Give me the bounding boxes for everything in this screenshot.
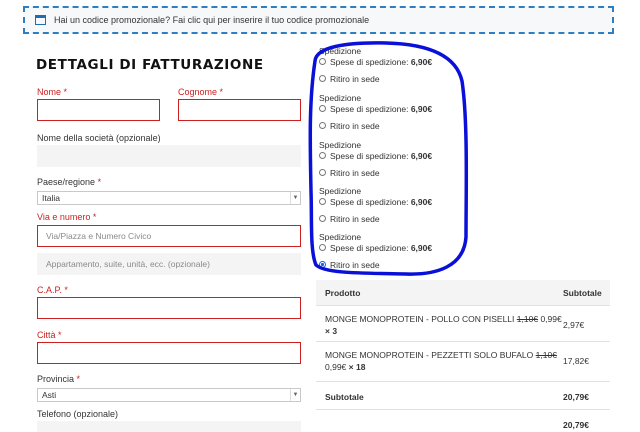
total-value: 20,79€ [563, 420, 589, 430]
promo-code-notice: Hai un codice promozionale? Fai clic qui… [23, 6, 614, 34]
pickup-option[interactable]: Ritiro in sede [310, 73, 470, 84]
shipping-options: Spedizione Spese di spedizione: 6,90€ Ri… [310, 44, 470, 274]
shipping-cost-value: 6,90€ [410, 103, 433, 114]
pickup-label: Ritiro in sede [330, 167, 380, 178]
shipping-cost-option[interactable]: Spese di spedizione: 6,90€ [310, 103, 470, 114]
shipping-block: Spedizione Spese di spedizione: 6,90€ Ri… [310, 93, 470, 131]
street-input[interactable]: Via/Piazza e Numero Civico [37, 225, 301, 247]
shipping-cost-option[interactable]: Spese di spedizione: 6,90€ [310, 196, 470, 207]
shipping-cost-value: 6,90€ [410, 196, 433, 207]
pickup-label: Ritiro in sede [330, 120, 380, 131]
radio-button[interactable] [319, 58, 326, 65]
table-header: Prodotto Subtotale [316, 280, 610, 306]
shipping-cost-label: Spese di spedizione: [330, 103, 409, 114]
first-name-input[interactable] [37, 99, 160, 121]
shipping-cost-value: 6,90€ [410, 56, 433, 67]
phone-label: Telefono (opzionale) [37, 409, 119, 419]
company-input[interactable] [37, 145, 301, 167]
product-name: MONGE MONOPROTEIN - POLLO CON PISELLI 1,… [325, 314, 562, 324]
shipping-cost-value: 6,90€ [410, 242, 433, 253]
radio-button[interactable] [319, 75, 326, 82]
chevron-down-icon: ▼ [290, 192, 300, 204]
province-label: Provincia * [37, 374, 81, 384]
chevron-down-icon: ▼ [290, 389, 300, 401]
pickup-option[interactable]: Ritiro in sede [310, 259, 470, 270]
shipping-block: Spedizione Spese di spedizione: 6,90€ Ri… [310, 232, 470, 270]
column-header-subtotal: Subtotale [563, 288, 602, 298]
zip-label: C.A.P. * [37, 285, 68, 295]
radio-button[interactable] [319, 169, 326, 176]
first-name-label: Nome * [37, 87, 68, 97]
street2-input[interactable]: Appartamento, suite, unità, ecc. (opzion… [37, 253, 301, 275]
shipping-cost-label: Spese di spedizione: [330, 56, 409, 67]
product-subtotal: 17,82€ [563, 356, 589, 366]
pickup-label: Ritiro in sede [330, 73, 380, 84]
product-qty: × 3 [325, 326, 338, 336]
zip-input[interactable] [37, 297, 301, 319]
shipping-title: Spedizione [319, 232, 362, 242]
pickup-option[interactable]: Ritiro in sede [310, 213, 470, 224]
shipping-title: Spedizione [319, 93, 362, 103]
city-label: Città * [37, 330, 62, 340]
shipping-title: Spedizione [319, 46, 362, 56]
shipping-cost-label: Spese di spedizione: [330, 150, 409, 161]
radio-button[interactable] [319, 122, 326, 129]
order-summary-table: Prodotto Subtotale MONGE MONOPROTEIN - P… [316, 280, 610, 430]
radio-button[interactable] [319, 152, 326, 159]
shipping-cost-label: Spese di spedizione: [330, 242, 409, 253]
pickup-label: Ritiro in sede [330, 259, 380, 270]
product-name: MONGE MONOPROTEIN - PEZZETTI SOLO BUFALO… [325, 350, 557, 360]
promo-notice-prefix: Hai un codice promozionale? [54, 15, 171, 25]
street-label: Via e numero * [37, 212, 97, 222]
radio-button[interactable] [319, 198, 326, 205]
subtotal-label: Subtotale [325, 392, 364, 402]
province-select-value: Asti [42, 390, 57, 400]
company-label: Nome della società (opzionale) [37, 133, 161, 143]
billing-details-title: DETTAGLI DI FATTURAZIONE [36, 57, 264, 73]
window-icon [35, 15, 46, 25]
radio-button-selected[interactable] [319, 261, 326, 268]
radio-button[interactable] [319, 105, 326, 112]
pickup-option[interactable]: Ritiro in sede [310, 120, 470, 131]
city-input[interactable] [37, 342, 301, 364]
province-select[interactable]: Asti ▼ [37, 388, 301, 402]
table-row: MONGE MONOPROTEIN - PEZZETTI SOLO BUFALO… [316, 342, 610, 382]
shipping-cost-option[interactable]: Spese di spedizione: 6,90€ [310, 56, 470, 67]
shipping-block: Spedizione Spese di spedizione: 6,90€ Ri… [310, 46, 470, 84]
shipping-cost-value: 6,90€ [410, 150, 433, 161]
promo-notice-text: Hai un codice promozionale? Fai clic qui… [54, 15, 369, 25]
promo-code-link[interactable]: Fai clic qui per inserire il tuo codice … [173, 15, 370, 25]
shipping-cost-option[interactable]: Spese di spedizione: 6,90€ [310, 150, 470, 161]
radio-button[interactable] [319, 215, 326, 222]
last-name-label: Cognome * [178, 87, 224, 97]
shipping-block: Spedizione Spese di spedizione: 6,90€ Ri… [310, 186, 470, 224]
radio-button[interactable] [319, 244, 326, 251]
column-header-product: Prodotto [325, 288, 361, 298]
phone-input[interactable] [37, 421, 301, 432]
shipping-title: Spedizione [319, 186, 362, 196]
table-row: MONGE MONOPROTEIN - POLLO CON PISELLI 1,… [316, 306, 610, 342]
country-label: Paese/regione * [37, 177, 102, 187]
total-row: 20,79€ [316, 410, 610, 430]
shipping-title: Spedizione [319, 140, 362, 150]
subtotal-value: 20,79€ [563, 392, 589, 402]
shipping-cost-option[interactable]: Spese di spedizione: 6,90€ [310, 242, 470, 253]
country-select[interactable]: Italia ▼ [37, 191, 301, 205]
last-name-input[interactable] [178, 99, 301, 121]
shipping-cost-label: Spese di spedizione: [330, 196, 409, 207]
shipping-block: Spedizione Spese di spedizione: 6,90€ Ri… [310, 140, 470, 178]
pickup-option[interactable]: Ritiro in sede [310, 167, 470, 178]
country-select-value: Italia [42, 193, 60, 203]
product-subtotal: 2,97€ [563, 320, 585, 330]
product-price: 0,99€ × 18 [325, 362, 366, 372]
pickup-label: Ritiro in sede [330, 213, 380, 224]
subtotal-row: Subtotale 20,79€ [316, 382, 610, 410]
